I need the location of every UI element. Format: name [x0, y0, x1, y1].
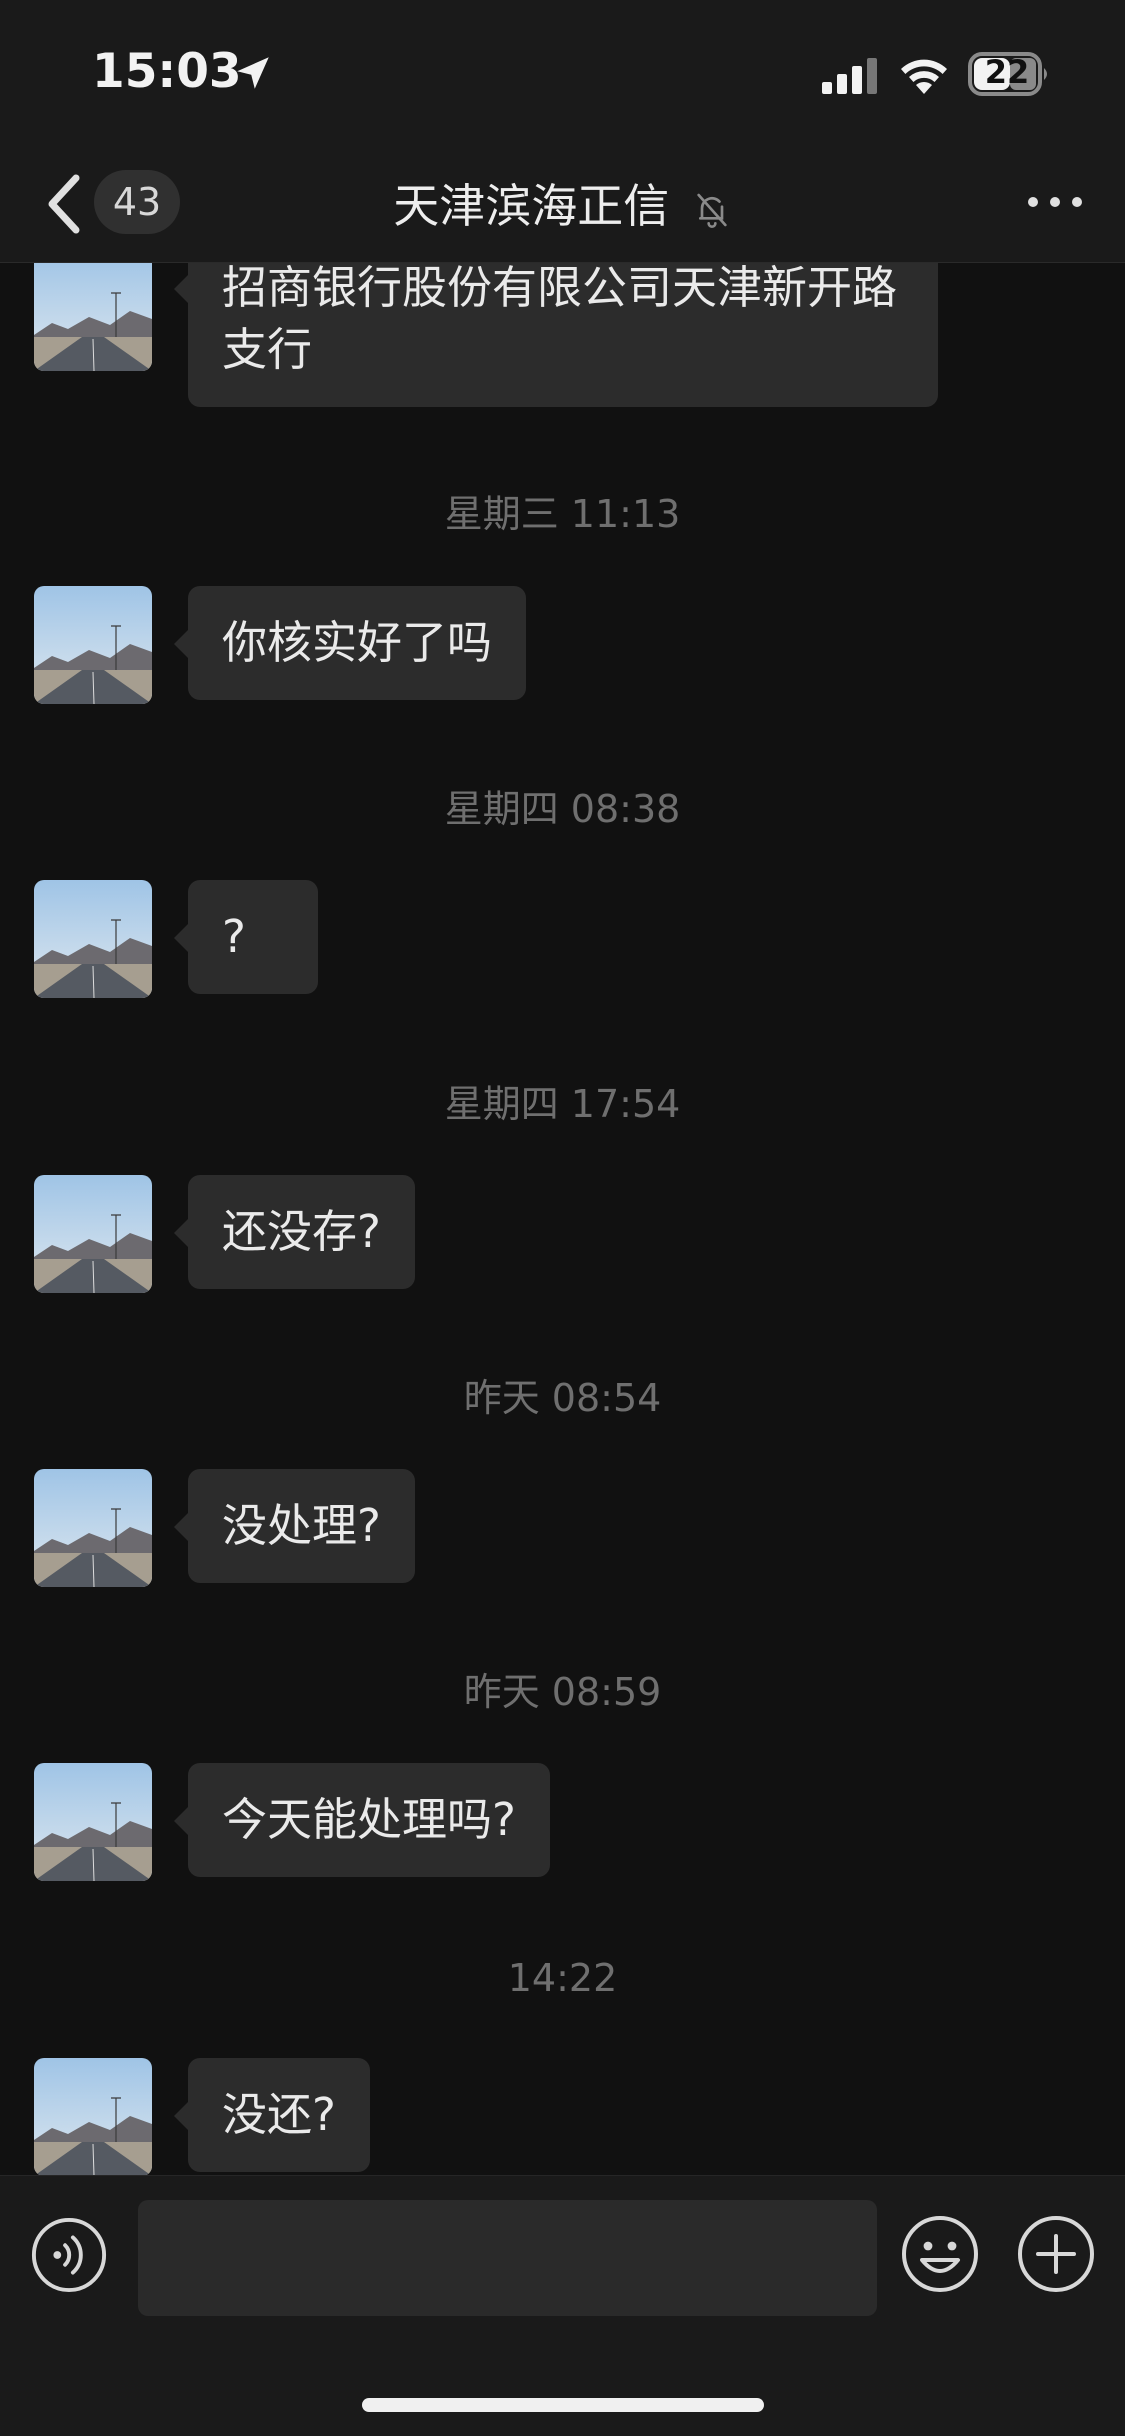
message-text: 没还? [222, 2088, 336, 2141]
chat-header: 43 天津滨海正信 [0, 150, 1125, 263]
location-arrow-icon [237, 57, 269, 89]
chat-title[interactable]: 天津滨海正信 [393, 179, 669, 233]
message-bubble[interactable]: 没还? [174, 2058, 370, 2172]
message-bubble[interactable]: 今天能处理吗? [174, 1763, 550, 1877]
message-timestamp: 星期四 08:38 [444, 787, 681, 831]
message-bubble[interactable]: 招商银行股份有限公司天津新开路支行 [174, 263, 938, 407]
ellipsis-icon[interactable] [1025, 194, 1085, 210]
chat-title-wrap: 天津滨海正信 [0, 170, 1125, 236]
contact-avatar[interactable] [34, 1469, 152, 1587]
message-timestamp: 星期四 17:54 [444, 1082, 681, 1126]
message-text: ? [222, 910, 246, 963]
message-text: 还没存? [222, 1205, 381, 1258]
message-list[interactable]: 招商银行股份有限公司天津新开路支行 星期三 11:13 你核实好了吗 星期四 0… [0, 263, 1125, 2175]
home-indicator[interactable] [362, 2398, 764, 2412]
contact-avatar[interactable] [34, 880, 152, 998]
message-timestamp: 昨天 08:59 [463, 1670, 662, 1714]
message-bubble[interactable]: ? [174, 880, 318, 994]
contact-avatar[interactable] [34, 2058, 152, 2175]
smiley-icon[interactable] [900, 2214, 980, 2294]
message-text: 今天能处理吗? [222, 1793, 516, 1846]
message-bubble[interactable]: 你核实好了吗 [173, 586, 527, 700]
contact-avatar[interactable] [34, 1763, 152, 1881]
message-bubble[interactable]: 还没存? [174, 1175, 415, 1289]
contact-avatar[interactable] [34, 263, 152, 371]
message-text: 招商银行股份有限公司天津新开路支行 [222, 263, 898, 376]
plus-icon[interactable] [1016, 2214, 1096, 2294]
message-timestamp: 14:22 [507, 1956, 618, 2000]
input-bar [0, 2175, 1125, 2436]
message-input[interactable] [138, 2200, 877, 2316]
bell-slash-icon [697, 193, 727, 228]
message-timestamp: 昨天 08:54 [463, 1376, 662, 1420]
contact-avatar[interactable] [34, 1175, 152, 1293]
contact-avatar[interactable] [34, 586, 152, 704]
battery-level: 22 [984, 53, 1030, 91]
message-text: 没处理? [222, 1499, 381, 1552]
voice-icon[interactable] [30, 2216, 108, 2294]
message-timestamp: 星期三 11:13 [444, 492, 681, 536]
message-text: 你核实好了吗 [222, 616, 493, 669]
status-time: 15:03 [92, 44, 242, 99]
cellular-signal-icon [822, 58, 877, 94]
message-bubble[interactable]: 没处理? [174, 1469, 415, 1583]
wifi-icon [901, 59, 947, 94]
status-bar: 15:03 22 [0, 0, 1125, 150]
